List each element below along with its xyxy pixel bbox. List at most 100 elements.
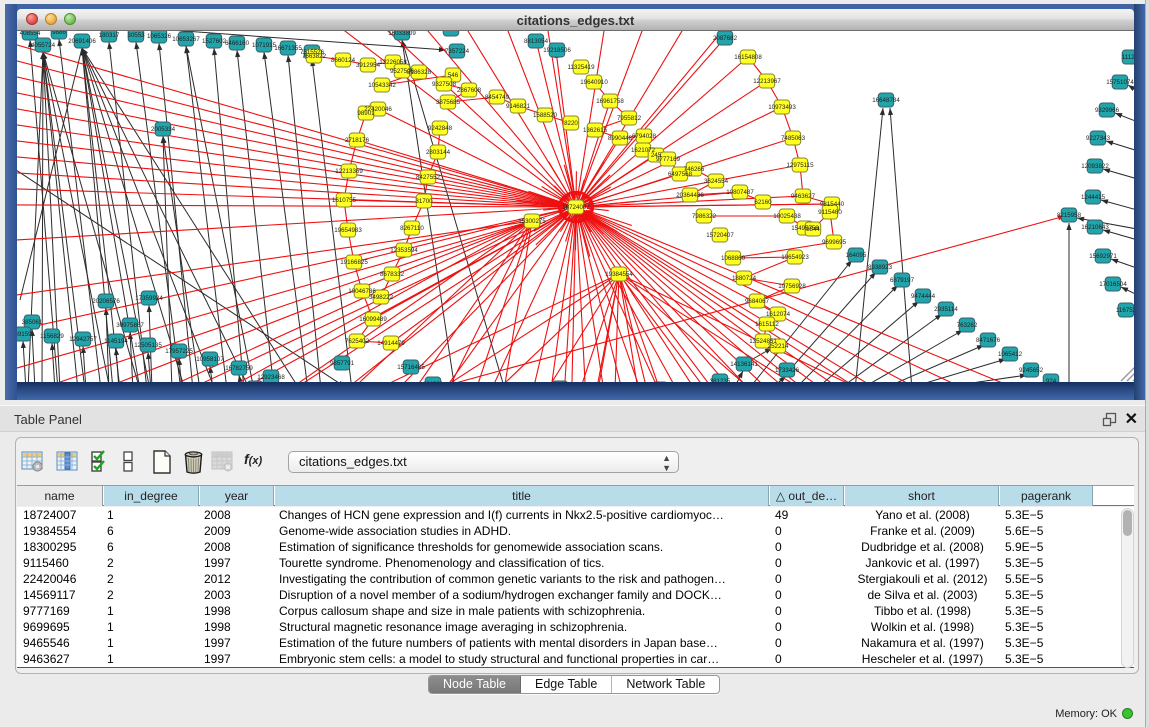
svg-text:19218506: 19218506: [543, 47, 571, 54]
svg-text:12942757: 12942757: [69, 336, 97, 343]
svg-text:16671355: 16671355: [274, 45, 302, 52]
svg-text:8990448: 8990448: [608, 135, 633, 142]
svg-text:104921: 104921: [423, 381, 444, 382]
svg-text:31700: 31700: [415, 198, 433, 205]
svg-text:1068860: 1068860: [721, 255, 746, 262]
svg-text:10973493: 10973493: [768, 104, 796, 111]
svg-text:17016504: 17016504: [1099, 281, 1127, 288]
svg-text:10653267: 10653267: [172, 36, 200, 43]
svg-text:763262: 763262: [957, 322, 978, 329]
svg-text:9245652: 9245652: [1019, 367, 1044, 374]
svg-text:15692971: 15692971: [1089, 253, 1117, 260]
svg-text:1880724: 1880724: [732, 275, 757, 282]
svg-text:17359924: 17359924: [135, 295, 163, 302]
svg-text:2935114: 2935114: [934, 306, 958, 313]
svg-text:6794028: 6794028: [632, 133, 657, 140]
svg-text:160338: 160338: [441, 31, 462, 33]
svg-text:12213967: 12213967: [753, 78, 781, 85]
svg-text:14914479: 14914479: [377, 340, 405, 347]
svg-text:6379197: 6379197: [890, 277, 915, 284]
svg-text:9329966: 9329966: [1095, 107, 1120, 114]
svg-text:8660124: 8660124: [331, 57, 356, 64]
svg-text:7625402: 7625402: [345, 338, 370, 345]
svg-text:164095: 164095: [846, 252, 867, 259]
svg-text:8215958: 8215958: [1057, 212, 1082, 219]
svg-text:8938923: 8938923: [868, 264, 893, 271]
svg-text:9857791: 9857791: [330, 360, 355, 367]
svg-text:14136141: 14136141: [730, 361, 758, 368]
svg-text:2803144: 2803144: [426, 149, 451, 156]
svg-text:12093822: 12093822: [1081, 163, 1109, 170]
svg-text:9699695: 9699695: [822, 239, 847, 246]
svg-text:6466160: 6466160: [225, 40, 250, 47]
svg-text:15751074: 15751074: [1106, 79, 1134, 86]
svg-text:16961758: 16961758: [596, 98, 624, 105]
svg-text:9844: 9844: [806, 226, 820, 233]
svg-text:39159: 39159: [17, 331, 32, 338]
svg-text:9474444: 9474444: [911, 293, 936, 300]
svg-text:1610755: 1610755: [332, 197, 357, 204]
svg-text:16099489: 16099489: [359, 316, 387, 323]
svg-text:30553: 30553: [127, 32, 145, 39]
svg-text:9327508: 9327508: [432, 81, 457, 88]
svg-text:11123: 11123: [1122, 54, 1134, 61]
svg-text:7986322: 7986322: [692, 213, 717, 220]
svg-text:8267110: 8267110: [400, 225, 424, 232]
svg-text:3875685: 3875685: [436, 99, 461, 106]
svg-text:8454749: 8454749: [485, 94, 510, 101]
svg-text:18724007: 18724007: [562, 204, 590, 211]
svg-text:15300275: 15300275: [518, 218, 546, 225]
svg-text:3498222: 3498222: [369, 294, 394, 301]
svg-text:16782759: 16782759: [225, 365, 253, 372]
svg-text:1588520: 1588520: [533, 112, 558, 119]
svg-text:8186328: 8186328: [407, 69, 432, 76]
svg-text:9684067: 9684067: [745, 298, 770, 305]
svg-text:1244415: 1244415: [1081, 194, 1106, 201]
svg-text:9227343: 9227343: [1086, 135, 1111, 142]
svg-text:1065412: 1065412: [998, 351, 1023, 358]
svg-text:2005334: 2005334: [151, 126, 176, 133]
svg-text:408554: 408554: [20, 31, 41, 37]
svg-text:9886: 9886: [52, 31, 66, 36]
svg-text:8471676: 8471676: [976, 337, 1001, 344]
svg-text:10025438: 10025438: [773, 213, 801, 220]
svg-text:2718176: 2718176: [345, 137, 370, 144]
svg-text:180317: 180317: [99, 32, 120, 39]
svg-text:1615112: 1615112: [755, 321, 779, 328]
svg-text:30975867: 30975867: [116, 322, 144, 329]
svg-text:381235: 381235: [710, 378, 731, 382]
svg-text:17957225: 17957225: [165, 348, 193, 355]
svg-text:746266: 746266: [684, 166, 705, 173]
svg-text:8813054: 8813054: [524, 38, 549, 45]
svg-text:1071915: 1071915: [252, 42, 277, 49]
svg-text:19654923: 19654923: [781, 254, 809, 261]
svg-text:7357224: 7357224: [445, 48, 470, 55]
svg-text:9146821: 9146821: [506, 103, 531, 110]
svg-text:116753: 116753: [1116, 307, 1134, 314]
svg-text:1156829: 1156829: [40, 333, 64, 340]
svg-text:9242848: 9242848: [428, 125, 453, 132]
svg-text:9777169: 9777169: [656, 156, 681, 163]
svg-text:10756928: 10756928: [778, 283, 806, 290]
svg-text:20206576: 20206576: [92, 298, 120, 305]
svg-text:12975115: 12975115: [786, 162, 814, 169]
svg-text:16154808: 16154808: [734, 54, 762, 61]
svg-text:16033809: 16033809: [388, 31, 416, 37]
svg-text:13226058: 13226058: [379, 59, 407, 66]
svg-text:9463627: 9463627: [791, 193, 816, 200]
svg-text:2087682: 2087682: [713, 35, 738, 42]
svg-text:19384554: 19384554: [605, 271, 633, 278]
svg-text:7955812: 7955812: [617, 115, 642, 122]
svg-text:20364436: 20364436: [676, 192, 704, 199]
svg-text:924: 924: [1046, 378, 1057, 382]
svg-text:8427552: 8427552: [416, 174, 441, 181]
svg-text:62160: 62160: [754, 199, 772, 206]
svg-text:16210643: 16210643: [1081, 224, 1109, 231]
svg-text:12505135: 12505135: [134, 342, 162, 349]
svg-text:7663822: 7663822: [302, 53, 327, 60]
svg-text:10543342: 10543342: [368, 82, 396, 89]
svg-text:19166825: 19166825: [340, 259, 368, 266]
svg-text:1612074: 1612074: [766, 311, 791, 318]
svg-text:12923468: 12923468: [257, 374, 285, 381]
svg-text:10807487: 10807487: [726, 189, 754, 196]
